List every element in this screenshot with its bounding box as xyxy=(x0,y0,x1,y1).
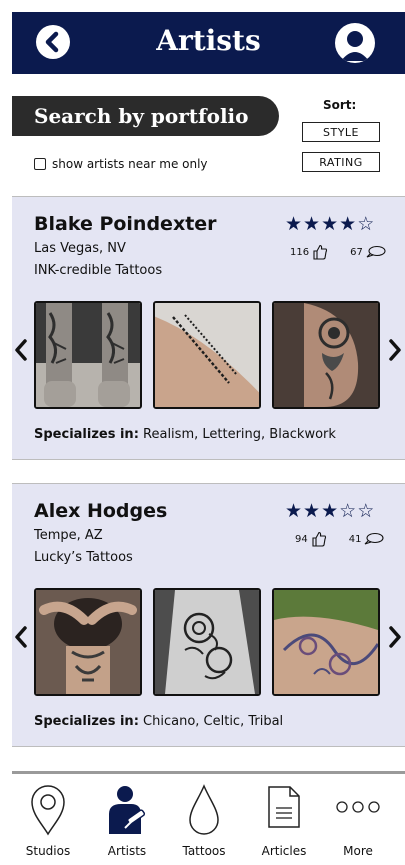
nav-item-articles[interactable]: Articles xyxy=(248,774,320,865)
specialties-list: Realism, Lettering, Blackwork xyxy=(143,427,336,442)
search-by-portfolio-button[interactable]: Search by portfolio xyxy=(12,96,279,136)
comment-icon[interactable] xyxy=(364,532,385,546)
search-filter-area: Search by portfolio show artists near me… xyxy=(12,74,405,196)
portfolio-thumbnail[interactable] xyxy=(272,588,380,696)
artist-shop: Lucky’s Tattoos xyxy=(34,550,133,565)
carousel-next-arrow-icon[interactable] xyxy=(386,337,404,363)
sort-rating-button[interactable]: RATING xyxy=(302,152,380,172)
artist-card[interactable]: Blake Poindexter Las Vegas, NV INK-credi… xyxy=(12,197,405,459)
near-me-checkbox[interactable] xyxy=(34,158,46,170)
artist-name[interactable]: Alex Hodges xyxy=(34,500,167,522)
likes-count: 94 xyxy=(295,533,308,545)
artist-shop: INK-credible Tattoos xyxy=(34,263,163,278)
user-icon xyxy=(341,31,369,61)
sort-label: Sort: xyxy=(323,98,357,112)
nav-item-more[interactable]: More xyxy=(322,774,394,865)
near-me-filter[interactable]: show artists near me only xyxy=(34,157,208,171)
nav-label: Studios xyxy=(25,844,71,858)
portfolio-thumbnail[interactable] xyxy=(153,588,261,696)
thumbs-up-icon[interactable] xyxy=(311,531,327,547)
tattoo-artist-icon xyxy=(109,786,146,834)
sort-style-button[interactable]: STYLE xyxy=(302,122,380,142)
nav-item-tattoos[interactable]: Tattoos xyxy=(168,774,240,865)
star-rating: ★ ★ ★ ★ ☆ xyxy=(285,215,374,234)
nav-label: More xyxy=(343,844,373,858)
document-icon xyxy=(268,786,300,828)
artist-specialties: Specializes in: Realism, Lettering, Blac… xyxy=(34,427,336,442)
star-filled-icon: ★ xyxy=(321,500,339,522)
artist-stats: 94 41 xyxy=(295,531,385,547)
ink-drop-icon xyxy=(189,784,219,835)
portfolio-thumbnail[interactable] xyxy=(34,301,142,409)
nav-label: Articles xyxy=(261,844,307,858)
more-dots-icon xyxy=(336,801,380,813)
thumbs-up-icon[interactable] xyxy=(312,244,328,260)
divider xyxy=(12,459,405,460)
near-me-label: show artists near me only xyxy=(52,157,208,171)
portfolio-carousel xyxy=(34,301,380,409)
portfolio-thumbnail[interactable] xyxy=(272,301,380,409)
carousel-prev-arrow-icon[interactable] xyxy=(12,624,30,650)
comment-icon[interactable] xyxy=(366,245,386,259)
bottom-nav: Studios Artists Tattoos Articles More xyxy=(12,774,405,865)
carousel-prev-arrow-icon[interactable] xyxy=(12,337,30,363)
artist-name[interactable]: Blake Poindexter xyxy=(34,213,217,235)
star-filled-icon: ★ xyxy=(339,213,357,235)
app-header: Artists xyxy=(12,12,405,74)
portfolio-carousel xyxy=(34,588,380,696)
profile-button[interactable] xyxy=(335,23,375,63)
star-filled-icon: ★ xyxy=(321,213,339,235)
likes-count: 116 xyxy=(290,246,310,258)
portfolio-thumbnail[interactable] xyxy=(34,588,142,696)
comments-count: 41 xyxy=(348,533,362,545)
specializes-label: Specializes in: xyxy=(34,714,139,729)
star-filled-icon: ★ xyxy=(303,213,321,235)
artist-stats: 116 67 xyxy=(290,244,386,260)
specializes-label: Specializes in: xyxy=(34,427,139,442)
comments-count: 67 xyxy=(350,246,363,258)
artist-location: Tempe, AZ xyxy=(34,528,103,543)
star-filled-icon: ★ xyxy=(285,213,303,235)
map-pin-icon xyxy=(31,785,65,836)
star-empty-icon: ☆ xyxy=(339,500,357,522)
nav-item-studios[interactable]: Studios xyxy=(12,774,84,865)
nav-label: Tattoos xyxy=(182,844,226,858)
portfolio-thumbnail[interactable] xyxy=(153,301,261,409)
star-filled-icon: ★ xyxy=(303,500,321,522)
artist-specialties: Specializes in: Chicano, Celtic, Tribal xyxy=(34,714,283,729)
carousel-next-arrow-icon[interactable] xyxy=(386,624,404,650)
artist-card[interactable]: Alex Hodges Tempe, AZ Lucky’s Tattoos ★ ★… xyxy=(12,484,405,746)
star-empty-icon: ☆ xyxy=(357,500,375,522)
specialties-list: Chicano, Celtic, Tribal xyxy=(143,714,284,729)
star-empty-icon: ☆ xyxy=(357,213,375,235)
artist-location: Las Vegas, NV xyxy=(34,241,126,256)
divider xyxy=(12,746,405,747)
star-filled-icon: ★ xyxy=(285,500,303,522)
star-rating: ★ ★ ★ ☆ ☆ xyxy=(285,502,374,521)
nav-item-artists[interactable]: Artists xyxy=(91,774,163,865)
nav-label: Artists xyxy=(107,844,147,858)
